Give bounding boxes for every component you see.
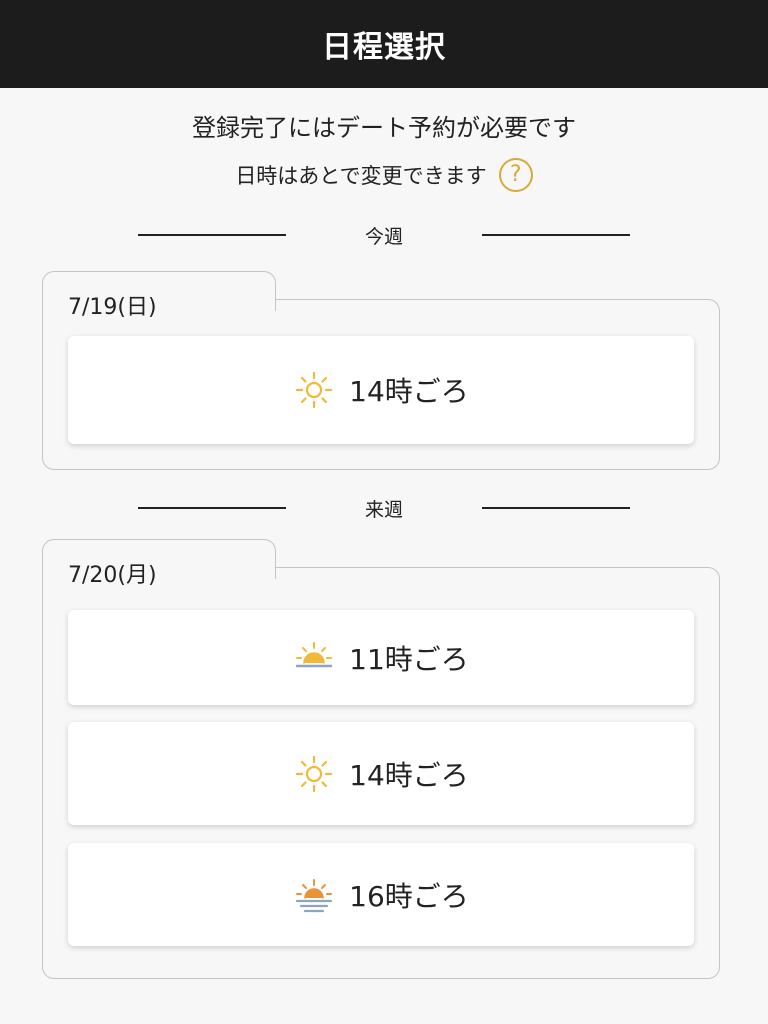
day-date: 7/19(日): [68, 295, 157, 320]
change-later-text: 日時はあとで変更できます: [235, 164, 487, 188]
question-circle-icon[interactable]: ?: [498, 158, 533, 192]
divider-line-right: [482, 234, 630, 236]
help-glyph: ?: [509, 162, 522, 187]
divider-line-left: [138, 507, 286, 509]
app-header: 日程選択: [0, 0, 768, 88]
change-later-row: 日時はあとで変更できます ?: [0, 158, 768, 192]
day-section-0719: 7/19(日) 14時ごろ: [42, 271, 720, 470]
time-slot-label: 14時ごろ: [349, 375, 469, 408]
sun-icon: [296, 371, 333, 409]
time-slot-label: 16時ごろ: [349, 879, 469, 913]
week-label: 今週: [364, 225, 403, 248]
divider-line-left: [138, 234, 286, 236]
day-section-0720: 7/20(月) 11時ごろ 14時ごろ 16時ごろ: [42, 539, 720, 979]
time-slot-label: 14時ごろ: [349, 758, 469, 792]
day-date: 7/20(月): [68, 563, 157, 588]
week-divider-this-week: 今週: [0, 220, 768, 250]
divider-line-right: [482, 507, 630, 509]
sunset-icon: [296, 878, 333, 912]
week-divider-next-week: 来週: [0, 493, 768, 523]
time-slot-button[interactable]: 14時ごろ: [68, 722, 694, 825]
sun-icon: [296, 755, 333, 792]
page-title: 日程選択: [322, 30, 446, 65]
reservation-required-text: 登録完了にはデート予約が必要です: [192, 114, 576, 142]
time-slot-label: 11時ごろ: [349, 642, 469, 676]
week-label: 来週: [364, 498, 403, 521]
sunrise-icon: [295, 641, 333, 667]
time-slot-button[interactable]: 11時ごろ: [68, 610, 694, 705]
time-slot-button[interactable]: 16時ごろ: [68, 843, 694, 946]
time-slot-button[interactable]: 14時ごろ: [68, 336, 694, 444]
